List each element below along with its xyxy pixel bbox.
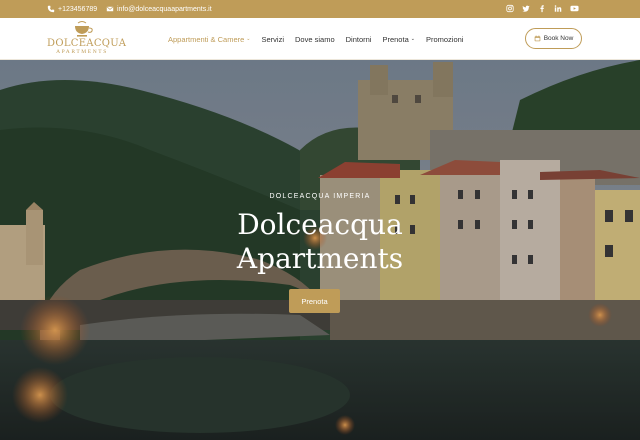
primary-menu: Appartmenti & Camere ⌄ Servizi Dove siam… (168, 18, 474, 60)
hero-title: Dolceacqua Apartments (0, 208, 640, 276)
phone-number: +123456789 (58, 5, 98, 13)
nav-item-dove-siamo[interactable]: Dove siamo (295, 35, 335, 44)
phone-icon (47, 5, 55, 13)
envelope-icon (106, 6, 114, 12)
youtube-icon[interactable] (570, 4, 579, 13)
nav-item-dintorni[interactable]: Dintorni (346, 35, 372, 44)
brand-name: DOLCEACQUA (47, 38, 127, 49)
brand-logo[interactable]: DOLCEACQUA APARTMENTS (47, 20, 127, 57)
book-now-button[interactable]: Book Now (525, 28, 582, 49)
book-now-label: Book Now (543, 35, 574, 42)
twitter-icon[interactable] (522, 4, 530, 13)
nav-item-prenota[interactable]: Prenota ⌄ (382, 35, 414, 44)
phone-contact[interactable]: +123456789 (47, 5, 97, 13)
hero-section: DOLCEACQUA IMPERIA Dolceacqua Apartments… (0, 60, 640, 440)
cup-emblem-icon (75, 21, 93, 37)
instagram-icon[interactable] (506, 4, 514, 13)
main-navbar: DOLCEACQUA APARTMENTS Appartmenti & Came… (0, 18, 640, 60)
nav-item-appartmenti[interactable]: Appartmenti & Camere ⌄ (168, 35, 251, 44)
nav-item-label: Dove siamo (295, 34, 335, 44)
hero-title-line1: Dolceacqua (237, 208, 403, 241)
prenota-button[interactable]: Prenota (289, 289, 340, 313)
email-address: info@dolceacquaapartments.it (117, 5, 212, 13)
nav-item-label: Servizi (261, 34, 285, 44)
chevron-down-icon: ⌄ (246, 36, 251, 42)
calendar-icon (534, 35, 540, 42)
brand-tagline: APARTMENTS (56, 49, 108, 55)
chevron-down-icon: ⌄ (410, 36, 415, 42)
facebook-icon[interactable] (538, 4, 546, 13)
nav-item-servizi[interactable]: Servizi (262, 35, 285, 44)
nav-item-label: Promozioni (425, 34, 464, 44)
hero-title-line2: Apartments (236, 242, 404, 275)
nav-item-label: Dintorni (345, 34, 372, 44)
email-contact[interactable]: info@dolceacquaapartments.it (106, 5, 212, 13)
social-links (506, 4, 579, 13)
hero-kicker: DOLCEACQUA IMPERIA (269, 193, 371, 200)
nav-item-label: Prenota (382, 34, 409, 44)
linkedin-icon[interactable] (554, 4, 562, 13)
nav-item-label: Appartmenti & Camere (168, 34, 245, 44)
top-bar: +123456789 info@dolceacquaapartments.it (0, 0, 640, 18)
nav-item-promozioni[interactable]: Promozioni (426, 35, 464, 44)
